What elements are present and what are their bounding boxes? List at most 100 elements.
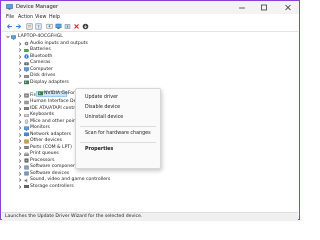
processor-icon bbox=[24, 158, 29, 163]
tree-category-row[interactable]: Display adapters bbox=[2, 80, 298, 86]
chevron-right-icon[interactable] bbox=[18, 112, 22, 118]
chevron-down-icon[interactable] bbox=[18, 80, 22, 86]
chevron-right-icon[interactable] bbox=[18, 119, 22, 125]
tree-category-label: Network adapters bbox=[30, 131, 72, 137]
tree-category-row[interactable]: Batteries bbox=[2, 47, 298, 53]
download-icon[interactable] bbox=[82, 23, 89, 30]
tree-category-label: Batteries bbox=[30, 47, 51, 52]
window-title: Device Manager bbox=[16, 4, 59, 10]
tree-category-label: Cameras bbox=[30, 60, 51, 65]
context-disable-device[interactable]: Disable device bbox=[85, 105, 120, 111]
chevron-right-icon[interactable] bbox=[18, 125, 22, 131]
tree-category-row[interactable]: Audio inputs and outputs bbox=[2, 41, 298, 47]
chevron-right-icon[interactable] bbox=[18, 41, 22, 47]
menu-help[interactable]: Help bbox=[49, 15, 60, 21]
tree-category-label: Software devices bbox=[30, 170, 70, 176]
tree-category-row[interactable]: Storage controllers bbox=[2, 184, 298, 190]
device-manager-app-icon bbox=[6, 4, 13, 10]
chevron-right-icon[interactable] bbox=[18, 171, 22, 177]
storage-icon bbox=[24, 184, 29, 189]
close-icon bbox=[285, 4, 291, 11]
chevron-right-icon[interactable] bbox=[18, 73, 22, 79]
port-icon bbox=[24, 145, 29, 150]
chevron-right-icon[interactable] bbox=[18, 60, 22, 66]
chevron-right-icon[interactable] bbox=[18, 177, 22, 183]
computer-icon bbox=[24, 67, 29, 72]
display-adapter-icon bbox=[24, 80, 29, 85]
chevron-right-icon[interactable] bbox=[18, 99, 22, 105]
context-uninstall-device[interactable]: Uninstall device bbox=[85, 115, 123, 121]
tree-category-label: Software components bbox=[30, 164, 81, 169]
tree-category-row[interactable]: Cameras bbox=[2, 60, 298, 66]
camera-icon bbox=[24, 61, 29, 66]
audio-icon bbox=[24, 41, 29, 46]
chevron-right-icon[interactable] bbox=[18, 54, 22, 60]
context-properties[interactable]: Properties bbox=[85, 147, 113, 153]
help-icon[interactable]: ? bbox=[35, 23, 42, 30]
chevron-right-icon[interactable] bbox=[18, 145, 22, 151]
tree-category-row[interactable]: Bluetooth bbox=[2, 54, 298, 60]
chevron-right-icon[interactable] bbox=[18, 158, 22, 164]
context-update-driver[interactable]: Update driver bbox=[85, 95, 118, 101]
tree-category-label: Sound, video and game controllers bbox=[30, 177, 111, 182]
network-icon bbox=[24, 132, 29, 137]
tree-category-row[interactable]: Computer bbox=[2, 67, 298, 73]
chevron-down-icon[interactable] bbox=[6, 34, 10, 40]
forward-icon[interactable] bbox=[15, 23, 22, 30]
menu-file[interactable]: File bbox=[6, 15, 14, 21]
tree-category-label: Ports (COM & LPT) bbox=[30, 144, 72, 150]
software-device-icon bbox=[24, 171, 29, 176]
chevron-right-icon[interactable] bbox=[18, 132, 22, 138]
properties-icon[interactable] bbox=[26, 23, 33, 30]
ide-icon bbox=[24, 106, 29, 111]
scan-icon[interactable] bbox=[46, 23, 53, 30]
menu-view[interactable]: View bbox=[35, 15, 46, 21]
back-icon[interactable] bbox=[6, 23, 13, 30]
remove-icon[interactable] bbox=[73, 23, 80, 30]
chevron-right-icon[interactable] bbox=[18, 164, 22, 170]
tree-category-row[interactable]: Software devices bbox=[2, 171, 298, 177]
tree-category-label: IDE ATA/ATAPI contr bbox=[30, 105, 76, 111]
minimize-button[interactable] bbox=[233, 2, 251, 13]
tree-category-row[interactable]: Sound, video and game controllers bbox=[2, 177, 298, 183]
display-adapter-icon bbox=[38, 91, 43, 96]
sound-icon bbox=[24, 178, 29, 183]
disk-icon bbox=[24, 74, 29, 79]
tree-category-row[interactable]: Disk drives bbox=[2, 73, 298, 79]
menu-bar: File Action View Help bbox=[1, 14, 299, 22]
chevron-right-icon[interactable] bbox=[18, 106, 22, 112]
chevron-right-icon[interactable] bbox=[18, 138, 22, 144]
tree-category-label: Computer bbox=[30, 66, 53, 72]
tree-root[interactable]: LAPTOP-4OCGFHGL bbox=[2, 34, 298, 40]
chevron-right-icon[interactable] bbox=[18, 151, 22, 157]
monitor-icon[interactable] bbox=[55, 23, 62, 30]
maximize-button[interactable] bbox=[255, 2, 273, 13]
close-button[interactable] bbox=[279, 2, 297, 13]
toolbar: ? bbox=[1, 22, 299, 31]
device-manager-window: Device Manager File Action View Help ? L… bbox=[0, 0, 300, 221]
chevron-right-icon[interactable] bbox=[18, 184, 22, 190]
printer-icon bbox=[24, 151, 29, 157]
context-scan-hardware[interactable]: Scan for hardware changes bbox=[85, 131, 151, 137]
tree-category-label: Audio inputs and outputs bbox=[30, 40, 88, 46]
tree-category-label: Print queues bbox=[30, 151, 59, 156]
computer-icon bbox=[11, 34, 16, 40]
update-driver-icon[interactable] bbox=[64, 23, 71, 30]
chevron-right-icon[interactable] bbox=[18, 47, 22, 53]
tree-category-label: Display adapters bbox=[30, 79, 69, 85]
context-separator bbox=[80, 142, 156, 143]
tree-category-label: Disk drives bbox=[30, 73, 56, 78]
bluetooth-icon bbox=[24, 54, 29, 59]
tree-category-label: Bluetooth bbox=[30, 53, 53, 59]
title-bar[interactable]: Device Manager bbox=[1, 1, 299, 14]
other-device-icon bbox=[24, 139, 29, 144]
hid-icon bbox=[24, 100, 29, 105]
tree-category-label: Human Interface De bbox=[30, 99, 77, 104]
menu-action[interactable]: Action bbox=[18, 15, 33, 21]
tree-category-label: Keyboards bbox=[30, 112, 54, 117]
tree-category-label: Monitors bbox=[30, 125, 50, 130]
tree-category-label: Processors bbox=[30, 157, 55, 163]
tree-root-label: LAPTOP-4OCGFHGL bbox=[18, 34, 63, 39]
chevron-right-icon[interactable] bbox=[18, 67, 22, 73]
status-text: Launches the Update Driver Wizard for th… bbox=[5, 214, 143, 219]
